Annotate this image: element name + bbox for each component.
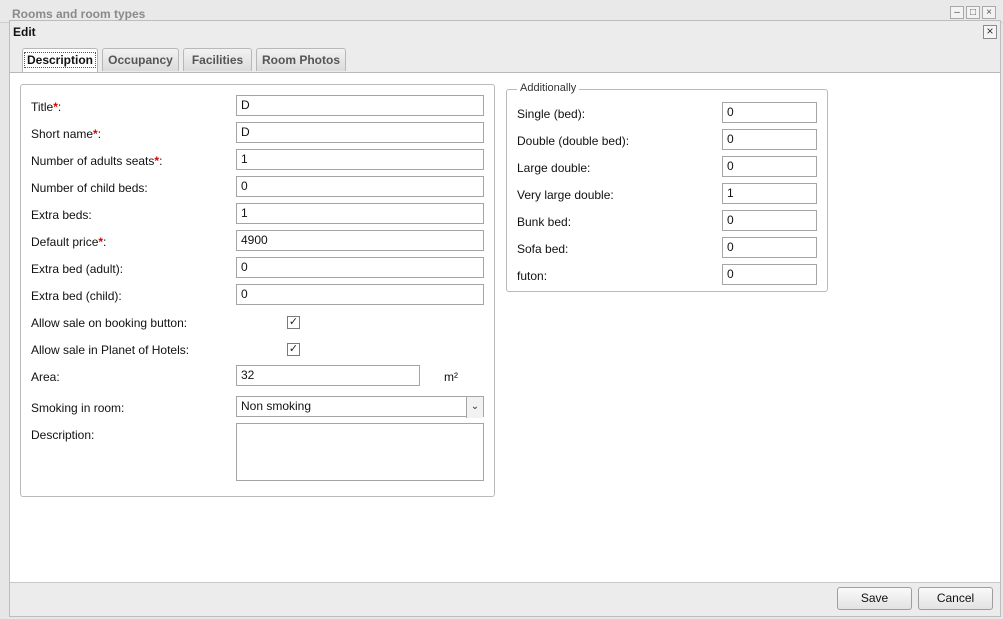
tab-occupancy[interactable]: Occupancy (102, 48, 179, 71)
extra-bed-adult-input[interactable]: 0 (236, 257, 484, 278)
extra-bed-adult-label: Extra bed (adult): (31, 262, 124, 276)
tab-description[interactable]: Description (22, 48, 98, 73)
tab-room-photos[interactable]: Room Photos (256, 48, 346, 71)
sofa-bed-label: Sofa bed: (517, 242, 569, 256)
area-unit: m² (444, 370, 458, 384)
sofa-bed-input[interactable]: 0 (722, 237, 817, 258)
chevron-down-icon[interactable]: ⌄ (466, 397, 483, 418)
close-icon[interactable]: × (983, 25, 997, 39)
main-form-panel: Title*: D Short name*: D Number of adult… (20, 84, 495, 497)
tab-room-photos-label: Room Photos (262, 53, 340, 67)
title-input[interactable]: D (236, 95, 484, 116)
extra-beds-label: Extra beds: (31, 208, 92, 222)
double-bed-label: Double (double bed): (517, 134, 630, 148)
allow-planet-label: Allow sale in Planet of Hotels: (31, 343, 190, 357)
title-label: Title*: (31, 100, 62, 114)
dialog-title: Edit (13, 25, 36, 39)
smoking-select-value: Non smoking (241, 399, 312, 413)
allow-planet-checkbox[interactable]: ✓ (287, 343, 300, 356)
description-textarea[interactable] (236, 423, 484, 481)
default-price-label: Default price*: (31, 235, 107, 249)
extra-bed-child-label: Extra bed (child): (31, 289, 122, 303)
large-double-label: Large double: (517, 161, 591, 175)
additionally-legend: Additionally (517, 82, 580, 94)
single-bed-label: Single (bed): (517, 107, 586, 121)
save-button[interactable]: Save (837, 587, 912, 610)
cancel-button[interactable]: Cancel (918, 587, 993, 610)
adults-input[interactable]: 1 (236, 149, 484, 170)
area-label: Area: (31, 370, 60, 384)
maximize-icon[interactable]: □ (966, 6, 980, 19)
short-name-input[interactable]: D (236, 122, 484, 143)
double-bed-input[interactable]: 0 (722, 129, 817, 150)
bunk-bed-input[interactable]: 0 (722, 210, 817, 231)
futon-input[interactable]: 0 (722, 264, 817, 285)
bunk-bed-label: Bunk bed: (517, 215, 572, 229)
area-input[interactable]: 32 (236, 365, 420, 386)
tab-facilities-label: Facilities (191, 53, 244, 67)
single-bed-input[interactable]: 0 (722, 102, 817, 123)
minimize-icon[interactable]: – (950, 6, 964, 19)
child-beds-input[interactable]: 0 (236, 176, 484, 197)
tab-description-label: Description (23, 52, 96, 68)
edit-dialog: Edit × Description Occupancy Facilities … (9, 20, 1001, 617)
futon-label: futon: (517, 269, 548, 283)
smoking-select[interactable]: Non smoking ⌄ (236, 396, 484, 418)
default-price-input[interactable]: 4900 (236, 230, 484, 251)
additionally-panel: Additionally Single (bed): 0 Double (dou… (506, 82, 828, 292)
tab-occupancy-label: Occupancy (108, 53, 173, 67)
tab-facilities[interactable]: Facilities (183, 48, 252, 71)
short-name-label: Short name*: (31, 127, 102, 141)
very-large-double-label: Very large double: (517, 188, 614, 202)
smoking-label: Smoking in room: (31, 401, 125, 415)
background-window-title: Rooms and room types (12, 7, 146, 21)
tab-content: Title*: D Short name*: D Number of adult… (10, 72, 1000, 583)
very-large-double-input[interactable]: 1 (722, 183, 817, 204)
close-window-icon[interactable]: × (982, 6, 996, 19)
extra-bed-child-input[interactable]: 0 (236, 284, 484, 305)
allow-booking-label: Allow sale on booking button: (31, 316, 188, 330)
adults-label: Number of adults seats*: (31, 154, 163, 168)
allow-booking-checkbox[interactable]: ✓ (287, 316, 300, 329)
description-label: Description: (31, 428, 95, 442)
child-beds-label: Number of child beds: (31, 181, 148, 195)
extra-beds-input[interactable]: 1 (236, 203, 484, 224)
large-double-input[interactable]: 0 (722, 156, 817, 177)
